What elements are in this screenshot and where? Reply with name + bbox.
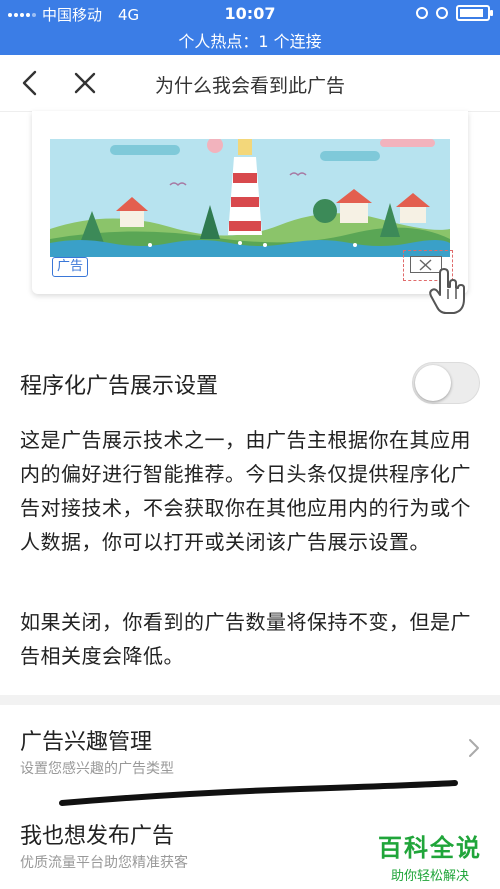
close-icon[interactable] [72,69,98,97]
watermark-title: 百科全说 [378,834,482,862]
programmatic-ad-toggle[interactable] [412,362,480,404]
watermark: 百科全说 助你轻松解决 [378,828,482,884]
page-title: 为什么我会看到此广告 [154,75,345,97]
rotation-lock-icon [416,7,428,19]
list-item-title: 我也想发布广告 [20,824,175,849]
hand-pointer-icon [429,268,465,314]
ad-preview-card: 广告 [32,111,468,314]
alarm-icon [436,7,448,19]
chevron-left-icon[interactable] [18,69,44,97]
watermark-subtitle: 助你轻松解决 [390,869,469,884]
ad-illustration [50,139,450,257]
setting-note: 如果关闭，你看到的广告数量将保持不变，但是广告相关度会降低。 [20,610,471,668]
ad-badge: 广告 [52,257,89,277]
setting-description: 这是广告展示技术之一，由广告主根据你在其应用内的偏好进行智能推荐。今日头条仅提供… [20,428,471,554]
battery-icon [456,5,493,21]
toggle-knob[interactable] [415,365,451,401]
setting-title: 程序化广告展示设置 [20,374,219,399]
list-item-title: 广告兴趣管理 [20,730,153,755]
list-item-subtitle: 优质流量平台助您精准获客 [20,855,188,871]
chevron-right-icon [469,739,479,757]
navigation-bar: 为什么我会看到此广告 [0,55,500,112]
section-divider [0,695,500,705]
hotspot-banner[interactable]: 个人热点：1 个连接 [0,28,500,52]
status-bar: 中国移动 4G 10:07 个人热点：1 个连接 [0,0,500,55]
